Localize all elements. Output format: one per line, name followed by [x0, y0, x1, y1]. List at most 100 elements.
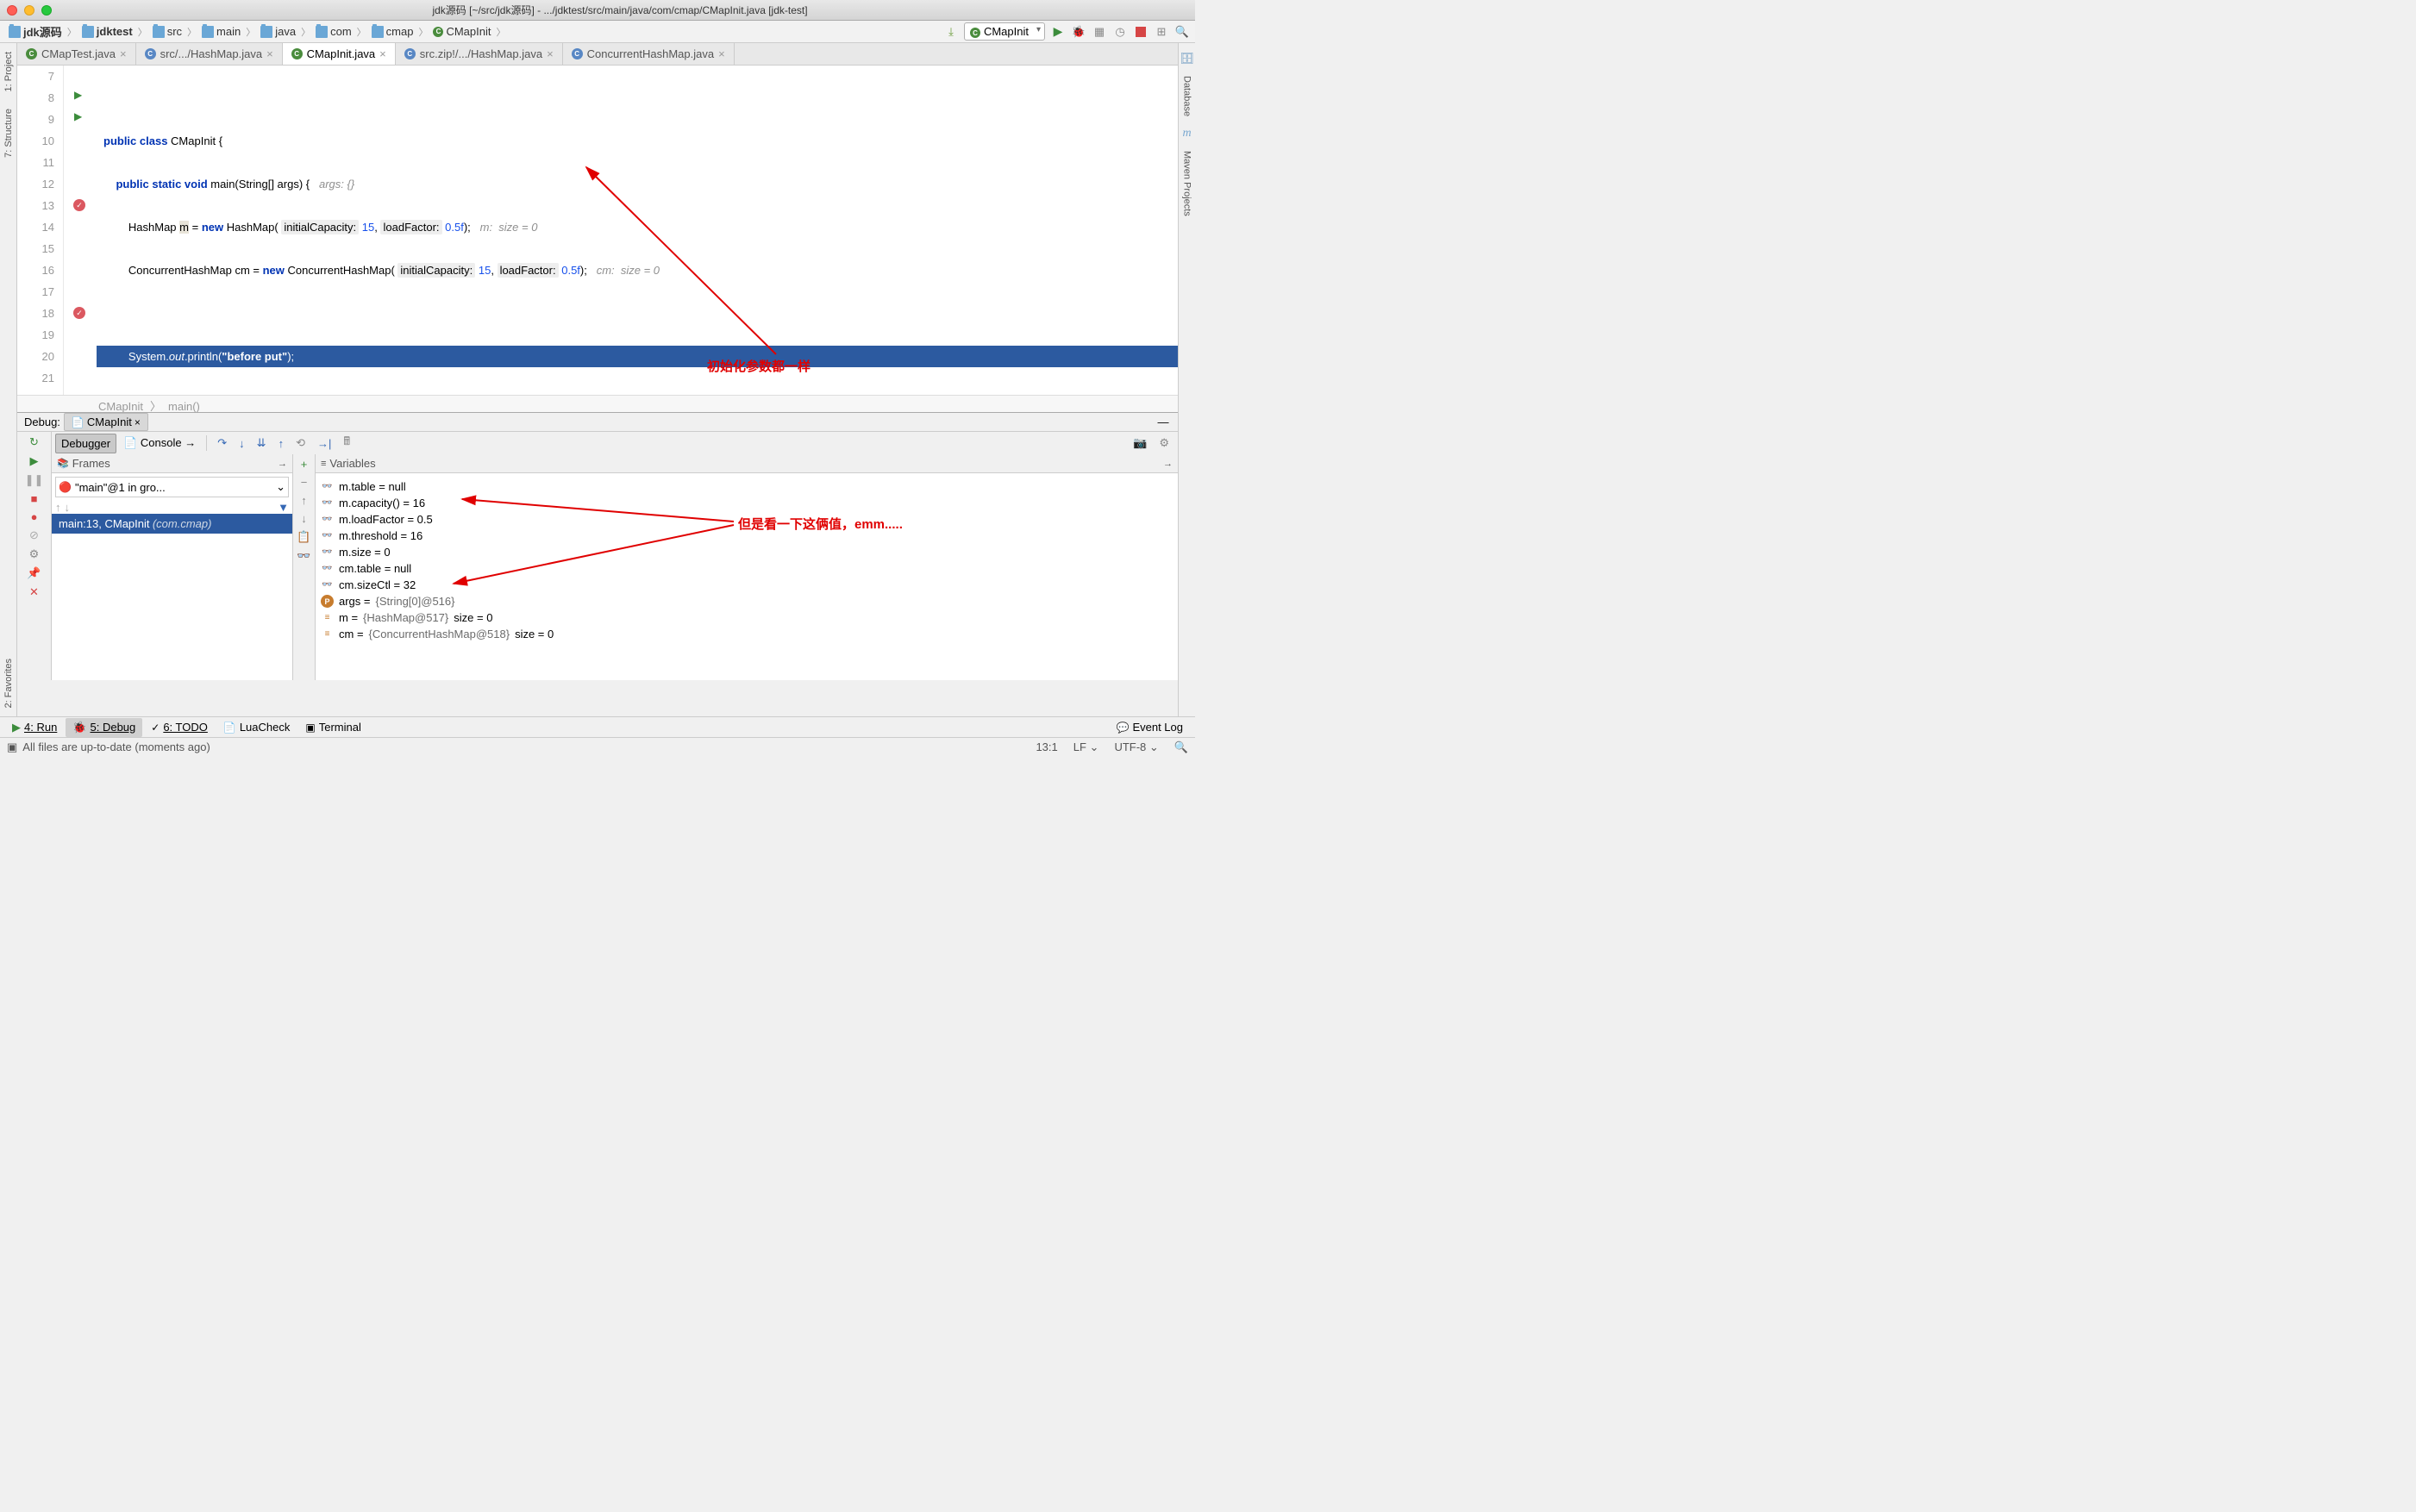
breadcrumb-item[interactable]: java	[257, 23, 299, 40]
editor-tab[interactable]: Csrc/.../HashMap.java×	[136, 43, 283, 65]
thread-dump-button[interactable]: 📷	[1128, 434, 1152, 453]
minimize-icon[interactable]: —	[1155, 415, 1171, 430]
evaluate-button[interactable]: 🖩	[338, 431, 355, 455]
stop-button[interactable]	[1133, 24, 1149, 40]
project-tool-button[interactable]: 1: Project	[3, 52, 14, 91]
add-watch-button[interactable]: +	[301, 458, 308, 471]
run-tool-button[interactable]: ▶4: Run	[5, 718, 64, 737]
stack-frame[interactable]: main:13, CMapInit (com.cmap)	[52, 514, 292, 534]
profile-button[interactable]: ◷	[1112, 24, 1128, 40]
gutter[interactable]: ▶ ▶	[64, 66, 97, 395]
step-into-button[interactable]: ↓	[234, 434, 250, 453]
terminal-tool-button[interactable]: ▣ Terminal	[298, 718, 367, 736]
luacheck-tool-button[interactable]: 📄 LuaCheck	[216, 718, 297, 736]
step-over-button[interactable]: ↷	[212, 434, 232, 453]
close-debug-button[interactable]: ✕	[29, 585, 39, 599]
variable-item[interactable]: 👓m.size = 0	[321, 544, 1173, 560]
pin-icon[interactable]: 📌	[27, 566, 41, 580]
force-step-into-button[interactable]: ⇊	[252, 434, 272, 453]
step-out-button[interactable]: ↑	[273, 434, 290, 453]
folder-icon	[9, 26, 21, 38]
search-icon[interactable]: 🔍	[1174, 24, 1190, 40]
run-to-cursor-button[interactable]: →|	[312, 434, 336, 453]
editor-tab[interactable]: CCMapTest.java×	[17, 43, 136, 65]
variable-item[interactable]: 👓cm.table = null	[321, 560, 1173, 577]
variable-item[interactable]: ≡m = {HashMap@517} size = 0	[321, 609, 1173, 626]
stop-debug-button[interactable]: ■	[31, 492, 38, 505]
database-tool-button[interactable]: Database	[1182, 76, 1192, 116]
debug-tool-button[interactable]: 🐞5: Debug	[66, 718, 142, 737]
titlebar: jdk源码 [~/src/jdk源码] - .../jdktest/src/ma…	[0, 0, 1195, 21]
drop-frame-button[interactable]: ⟲	[291, 434, 310, 453]
layout-button[interactable]: ⊞	[1154, 24, 1169, 40]
pause-button[interactable]: ❚❚	[25, 473, 44, 487]
down-button[interactable]: ↓	[301, 512, 307, 525]
editor-tab[interactable]: CCMapInit.java×	[283, 43, 396, 65]
maximize-window-button[interactable]	[41, 5, 52, 16]
minimize-window-button[interactable]	[24, 5, 34, 16]
console-tab[interactable]: 📄 Console →	[118, 434, 201, 453]
breadcrumb-item[interactable]: cmap	[368, 23, 417, 40]
run-button[interactable]: ▶	[1050, 24, 1066, 40]
file-encoding[interactable]: UTF-8 ⌄	[1114, 740, 1158, 754]
code-editor[interactable]: 789101112131415161718192021 ▶ ▶ public c…	[17, 66, 1178, 395]
breadcrumb-item[interactable]: com	[312, 23, 355, 40]
duplicate-button[interactable]: 📋	[297, 530, 310, 544]
settings-button[interactable]: ⚙	[1154, 434, 1174, 453]
variable-item[interactable]: 👓m.table = null	[321, 478, 1173, 495]
settings-icon[interactable]: ⚙	[29, 547, 40, 561]
breadcrumb-item[interactable]: jdk源码	[5, 22, 66, 41]
close-window-button[interactable]	[7, 5, 17, 16]
remove-watch-button[interactable]: −	[301, 476, 308, 489]
close-icon[interactable]: ×	[120, 47, 127, 60]
debug-session-tab[interactable]: 📄CMapInit ×	[64, 413, 148, 431]
breadcrumb-item[interactable]: jdktest	[78, 23, 136, 40]
mute-breakpoints-button[interactable]: ⊘	[29, 528, 39, 542]
close-icon[interactable]: ×	[379, 47, 386, 60]
breakpoint-icon[interactable]	[73, 199, 85, 211]
editor-tab[interactable]: CConcurrentHashMap.java×	[563, 43, 735, 65]
variables-list[interactable]: 👓m.table = null 👓m.capacity() = 16 👓m.lo…	[316, 473, 1178, 680]
debug-header: Debug: 📄CMapInit × —	[17, 413, 1178, 432]
folder-icon	[82, 26, 94, 38]
todo-tool-button[interactable]: ✓ 6: TODO	[144, 718, 215, 736]
structure-tool-button[interactable]: 7: Structure	[3, 109, 14, 158]
event-log-button[interactable]: 💬 Event Log	[1110, 718, 1191, 736]
rerun-button[interactable]: ↻	[29, 435, 39, 449]
bottom-toolbar: ▶4: Run 🐞5: Debug ✓ 6: TODO 📄 LuaCheck ▣…	[0, 716, 1195, 737]
run-gutter-icon[interactable]: ▶	[74, 89, 82, 101]
view-breakpoints-button[interactable]: ●	[31, 510, 38, 523]
variable-item[interactable]: 👓cm.sizeCtl = 32	[321, 577, 1173, 593]
debugger-tabs: Debugger 📄 Console → ↷ ↓ ⇊ ↑ ⟲ →| 🖩 📷 ⚙	[52, 432, 1178, 454]
breadcrumb-item[interactable]: main	[198, 23, 244, 40]
variable-item[interactable]: ≡cm = {ConcurrentHashMap@518} size = 0	[321, 626, 1173, 642]
favorites-tool-button[interactable]: 2: Favorites	[3, 659, 14, 708]
debug-button[interactable]: 🐞	[1071, 24, 1086, 40]
close-icon[interactable]: ×	[547, 47, 554, 60]
inspector-icon[interactable]: 🔍	[1174, 740, 1188, 754]
database-icon: 🗄	[1180, 52, 1194, 66]
cursor-position[interactable]: 13:1	[1036, 740, 1057, 754]
breakpoint-icon[interactable]	[73, 307, 85, 319]
show-watches-button[interactable]: 👓	[297, 549, 310, 563]
coverage-button[interactable]: ▦	[1092, 24, 1107, 40]
maven-tool-button[interactable]: Maven Projects	[1182, 151, 1192, 216]
resume-button[interactable]: ▶	[30, 454, 39, 468]
editor-breadcrumb[interactable]: CMapInit〉main()	[17, 395, 1178, 412]
code-content[interactable]: public class CMapInit { public static vo…	[97, 66, 1178, 395]
editor-tab[interactable]: Csrc.zip!/.../HashMap.java×	[396, 43, 563, 65]
close-icon[interactable]: ×	[266, 47, 273, 60]
close-icon[interactable]: ×	[718, 47, 725, 60]
debugger-tab[interactable]: Debugger	[55, 434, 116, 453]
run-gutter-icon[interactable]: ▶	[74, 110, 82, 122]
run-config-select[interactable]: CCMapInit	[964, 22, 1045, 41]
line-separator[interactable]: LF ⌄	[1073, 740, 1099, 754]
variable-item[interactable]: 👓m.capacity() = 16	[321, 495, 1173, 511]
maven-icon: m	[1182, 127, 1191, 141]
update-icon[interactable]: ⤓	[943, 24, 959, 40]
thread-selector[interactable]: 🔴 "main"@1 in gro...⌄	[55, 477, 289, 497]
breadcrumb-item[interactable]: src	[149, 23, 185, 40]
breadcrumb-item[interactable]: CCMapInit	[429, 23, 494, 40]
variable-item[interactable]: Pargs = {String[0]@516}	[321, 593, 1173, 609]
up-button[interactable]: ↑	[301, 494, 307, 507]
